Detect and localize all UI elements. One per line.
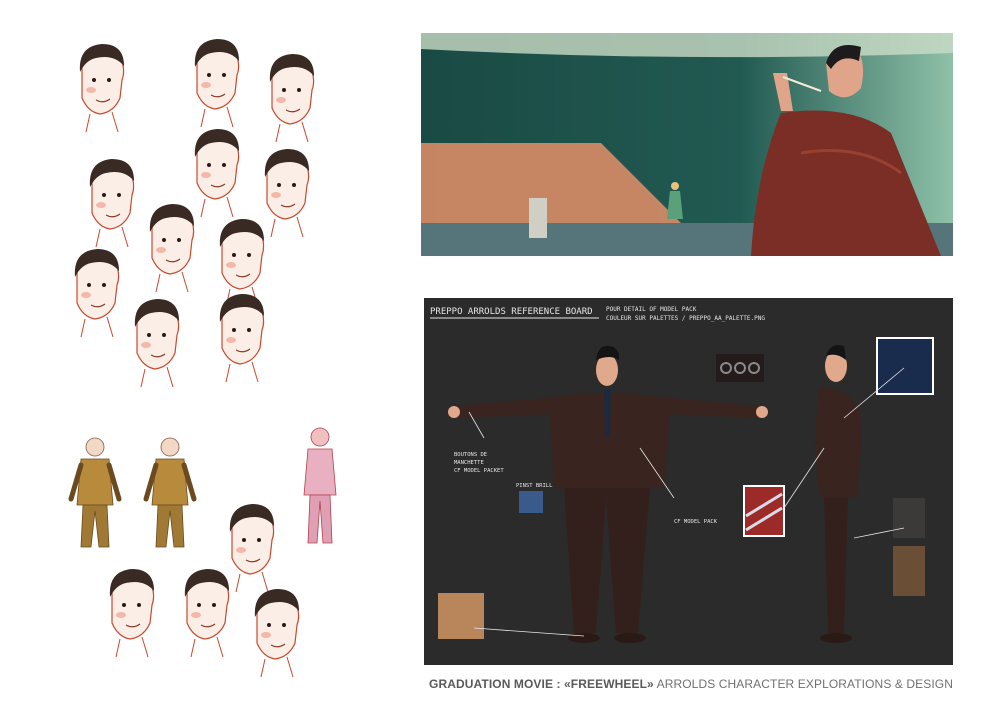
head-sketch bbox=[264, 148, 310, 238]
pink-suit-sketch bbox=[303, 427, 337, 544]
door bbox=[529, 198, 547, 238]
annotation-buttons-1: BOUTONS DE bbox=[454, 452, 487, 458]
shoe-swatch bbox=[438, 593, 484, 639]
head-sketch bbox=[254, 588, 300, 678]
side-character bbox=[815, 345, 863, 643]
head-sketch bbox=[79, 43, 125, 133]
fabric-swatch bbox=[893, 498, 925, 538]
pin-swatch bbox=[519, 491, 543, 513]
head-sketch bbox=[229, 503, 275, 593]
head-sketch bbox=[184, 568, 230, 658]
annotation-model: CF MODEL PACK bbox=[674, 519, 718, 525]
pose-sketch bbox=[146, 438, 194, 547]
head-sketch bbox=[194, 38, 240, 128]
head-sketch bbox=[149, 203, 195, 293]
head-sketch bbox=[219, 218, 265, 308]
texture-swatch bbox=[893, 546, 925, 596]
head-sketch bbox=[74, 248, 120, 338]
caption-rest: ARROLDS CHARACTER EXPLORATIONS & DESIGN bbox=[653, 677, 953, 691]
board-note-2: COULEUR SUR PALETTES / PREPPO_AA_PALETTE… bbox=[606, 315, 765, 322]
caption: GRADUATION MOVIE : «FREEWHEEL» ARROLDS C… bbox=[429, 677, 953, 691]
annotation-buttons-3: CF MODEL PACKET bbox=[454, 468, 504, 474]
sketch-sheet bbox=[55, 15, 395, 690]
head-sketch bbox=[219, 293, 265, 383]
pocket-square-swatch bbox=[876, 337, 934, 395]
head-sketch bbox=[134, 298, 180, 388]
head-sketch bbox=[89, 158, 135, 248]
head-sketch bbox=[109, 568, 155, 658]
annotation-buttons-2: MANCHETTE bbox=[454, 460, 484, 466]
caption-bold: GRADUATION MOVIE : «FREEWHEEL» bbox=[429, 677, 654, 691]
film-still-image bbox=[421, 33, 953, 256]
head-sketch bbox=[194, 128, 240, 218]
sketch-drawings bbox=[55, 38, 337, 678]
pose-sketch bbox=[71, 438, 119, 547]
board-title: PREPPO ARROLDS REFERENCE BOARD bbox=[430, 307, 593, 317]
cufflink-swatch bbox=[716, 354, 764, 382]
board-note-1: POUR DETAIL OF MODEL PACK bbox=[606, 306, 697, 313]
head-sketch bbox=[269, 53, 315, 143]
annotation-pin: PINST BRILL bbox=[516, 483, 553, 489]
reference-board: PREPPO ARROLDS REFERENCE BOARD POUR DETA… bbox=[424, 298, 953, 665]
tpose-character bbox=[448, 345, 768, 643]
